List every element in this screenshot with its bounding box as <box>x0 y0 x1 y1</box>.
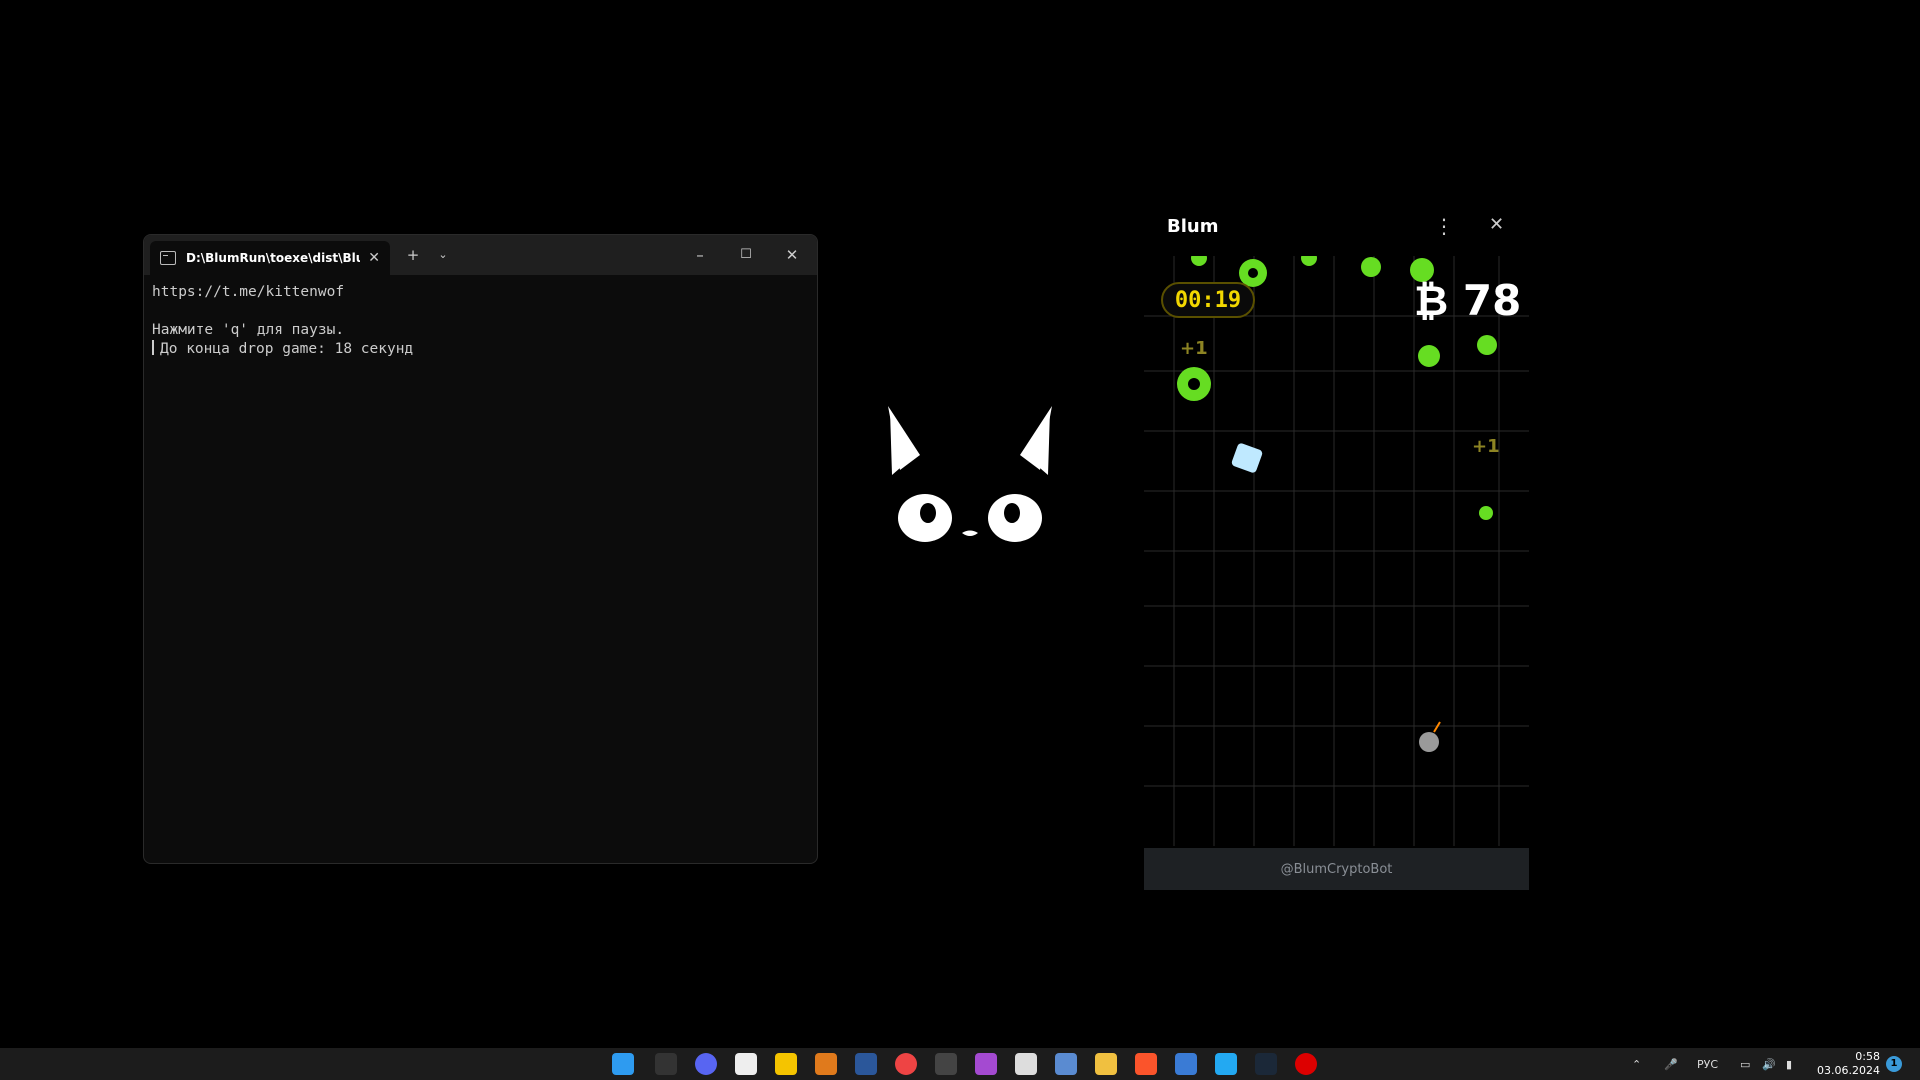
cat-logo-icon <box>888 406 1052 542</box>
blum-footer[interactable]: @BlumCryptoBot <box>1144 848 1529 890</box>
game-score: ₿ 78 <box>1414 276 1522 325</box>
taskbar: ⌃ 🎤 РУС ▭ 🔊 ▮ 0:58 03.06.2024 1 <box>0 1048 1920 1080</box>
minimize-button[interactable]: – <box>686 243 714 267</box>
text-cursor <box>152 340 154 355</box>
terminal-icon <box>160 251 176 265</box>
chevron-up-icon[interactable]: ⌃ <box>1632 1048 1641 1080</box>
more-menu-icon[interactable]: ⋮ <box>1434 214 1454 238</box>
output-line: https://t.me/kittenwof <box>152 284 345 300</box>
battery-icon[interactable]: ▮ <box>1786 1048 1792 1080</box>
store-icon[interactable] <box>775 1053 797 1075</box>
blum-title: Blum <box>1167 216 1219 237</box>
steam-icon[interactable] <box>1255 1053 1277 1075</box>
language-indicator[interactable]: РУС <box>1697 1048 1718 1080</box>
terminal-app-icon[interactable] <box>655 1053 677 1075</box>
app-icon[interactable] <box>1015 1053 1037 1075</box>
microphone-icon[interactable]: 🎤 <box>1664 1048 1678 1080</box>
discord-icon[interactable] <box>695 1053 717 1075</box>
app-icon[interactable] <box>735 1053 757 1075</box>
notification-badge[interactable]: 1 <box>1886 1056 1902 1072</box>
blum-header: Blum ⋮ ✕ <box>1144 200 1529 256</box>
app-icon[interactable] <box>815 1053 837 1075</box>
tab-title: D:\BlumRun\toexe\dist\Bluml <box>186 251 360 265</box>
terminal-output[interactable]: https://t.me/kittenwof Нажмите 'q' для п… <box>144 275 817 367</box>
plus-one-indicator: +1 <box>1180 338 1208 359</box>
terminal-tab[interactable]: D:\BlumRun\toexe\dist\Bluml ✕ <box>150 241 390 275</box>
calculator-icon[interactable] <box>1055 1053 1077 1075</box>
ice-drop <box>1231 443 1263 473</box>
tab-dropdown-icon[interactable]: ⌄ <box>429 243 457 267</box>
folder-icon[interactable] <box>1095 1053 1117 1075</box>
close-icon[interactable]: ✕ <box>1489 214 1504 235</box>
start-icon[interactable] <box>612 1053 634 1075</box>
clock[interactable]: 0:58 03.06.2024 <box>1808 1050 1880 1078</box>
terminal-titlebar[interactable]: D:\BlumRun\toexe\dist\Bluml ✕ + ⌄ – ☐ ✕ <box>144 235 817 275</box>
word-icon[interactable] <box>855 1053 877 1075</box>
app-icon[interactable] <box>1175 1053 1197 1075</box>
close-button[interactable]: ✕ <box>778 243 806 267</box>
output-line: До конца drop game: 18 секунд <box>160 341 414 357</box>
app-icon[interactable] <box>975 1053 997 1075</box>
blum-window[interactable]: Blum ⋮ ✕ 00:19 ₿ 78 +1 +1 @BlumCryptoBot <box>1144 200 1529 890</box>
new-tab-button[interactable]: + <box>399 243 427 267</box>
clock-time: 0:58 <box>1855 1050 1880 1063</box>
maximize-button[interactable]: ☐ <box>732 243 760 267</box>
chrome-icon[interactable] <box>895 1053 917 1075</box>
brave-icon[interactable] <box>1135 1053 1157 1075</box>
notepad-icon[interactable] <box>935 1053 957 1075</box>
tab-close-icon[interactable]: ✕ <box>368 250 380 266</box>
volume-icon[interactable]: 🔊 <box>1762 1048 1776 1080</box>
output-line-cursor: До конца drop game: 18 секунд <box>152 340 809 359</box>
plus-one-indicator: +1 <box>1472 436 1500 457</box>
output-line: Нажмите 'q' для паузы. <box>152 322 345 338</box>
network-icon[interactable]: ▭ <box>1740 1048 1750 1080</box>
vscode-icon[interactable] <box>1215 1053 1237 1075</box>
clock-date: 03.06.2024 <box>1817 1064 1880 1077</box>
game-timer: 00:19 <box>1161 282 1255 318</box>
terminal-window[interactable]: D:\BlumRun\toexe\dist\Bluml ✕ + ⌄ – ☐ ✕ … <box>143 234 818 864</box>
app-icon[interactable] <box>1295 1053 1317 1075</box>
